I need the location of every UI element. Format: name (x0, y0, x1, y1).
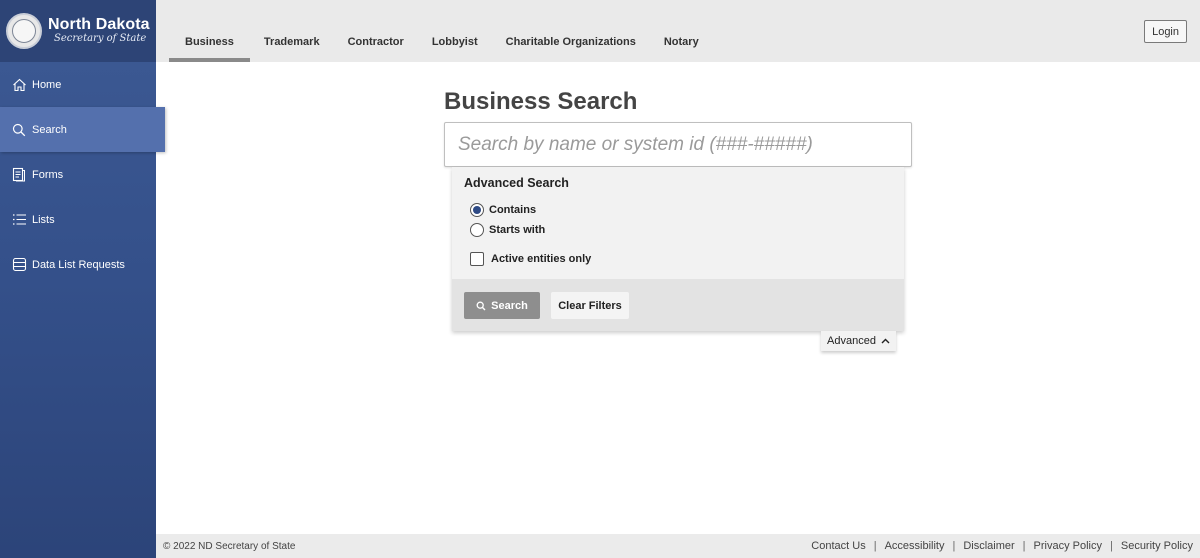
radio-label: Contains (489, 204, 537, 216)
chevron-up-icon (881, 338, 890, 344)
footer-link-security-policy[interactable]: Security Policy (1121, 540, 1193, 552)
search-button[interactable]: Search (464, 292, 540, 319)
footer-link-contact-us[interactable]: Contact Us (811, 540, 865, 552)
search-button-label: Search (491, 299, 528, 312)
active-entities-checkbox[interactable] (470, 252, 484, 266)
footer-link-accessibility[interactable]: Accessibility (885, 540, 945, 552)
footer-link-privacy-policy[interactable]: Privacy Policy (1034, 540, 1102, 552)
sidebar: North Dakota Secretary of State Home Sea… (0, 0, 165, 558)
tab-notary[interactable]: Notary (650, 36, 713, 62)
advanced-toggle-button[interactable]: Advanced (821, 331, 896, 351)
sidebar-item-data-list-requests[interactable]: Data List Requests (0, 242, 156, 287)
tab-contractor[interactable]: Contractor (334, 36, 418, 62)
brand-logo[interactable]: North Dakota Secretary of State (0, 0, 156, 62)
sidebar-item-label: Home (32, 78, 62, 91)
radio-button[interactable] (470, 223, 484, 237)
sidebar-item-search[interactable]: Search (0, 107, 165, 152)
tab-bar: Business Trademark Contractor Lobbyist C… (169, 0, 713, 62)
page-title: Business Search (444, 88, 638, 115)
login-button[interactable]: Login (1144, 20, 1187, 43)
divider: | (952, 540, 956, 552)
forms-icon (11, 167, 27, 183)
tab-trademark[interactable]: Trademark (250, 36, 334, 62)
footer-links: Contact Us | Accessibility | Disclaimer … (811, 540, 1193, 552)
sidebar-item-label: Search (32, 123, 67, 136)
checkbox-label: Active entities only (491, 253, 592, 265)
advanced-search-actions: Search Clear Filters (452, 279, 904, 331)
search-box (444, 122, 912, 167)
tab-lobbyist[interactable]: Lobbyist (418, 36, 492, 62)
search-input[interactable] (445, 123, 911, 166)
radio-button-selected[interactable] (470, 203, 484, 217)
sidebar-item-label: Data List Requests (32, 258, 125, 271)
list-icon (11, 212, 27, 228)
search-icon (11, 122, 27, 138)
advanced-search-panel: Advanced Search Contains Starts with Act… (452, 167, 904, 331)
sidebar-item-label: Forms (32, 168, 64, 181)
advanced-search-title: Advanced Search (464, 176, 569, 190)
sidebar-item-label: Lists (32, 213, 55, 226)
divider: | (1022, 540, 1026, 552)
radio-starts-with[interactable]: Starts with (470, 223, 545, 237)
sidebar-nav: Home Search Forms Lists Data List Reques… (0, 62, 165, 287)
tab-charitable-organizations[interactable]: Charitable Organizations (492, 36, 650, 62)
brand-title: North Dakota (48, 16, 150, 34)
brand-subtitle: Secretary of State (54, 33, 147, 45)
divider: | (1110, 540, 1113, 552)
divider: | (873, 540, 877, 552)
sidebar-item-home[interactable]: Home (0, 62, 156, 107)
active-entities-checkbox-row[interactable]: Active entities only (470, 252, 591, 266)
footer-link-disclaimer[interactable]: Disclaimer (963, 540, 1014, 552)
tab-business[interactable]: Business (169, 36, 250, 62)
radio-contains[interactable]: Contains (470, 203, 536, 217)
clear-filters-button[interactable]: Clear Filters (551, 292, 629, 319)
home-icon (11, 77, 27, 93)
search-icon (476, 301, 486, 311)
top-bar: Business Trademark Contractor Lobbyist C… (156, 0, 1200, 62)
advanced-toggle-label: Advanced (827, 335, 876, 347)
sidebar-item-forms[interactable]: Forms (0, 152, 156, 197)
sidebar-item-lists[interactable]: Lists (0, 197, 156, 242)
state-seal-icon (6, 13, 42, 49)
footer: © 2022 ND Secretary of State Contact Us … (156, 534, 1200, 558)
radio-label: Starts with (489, 224, 546, 236)
database-icon (11, 257, 27, 273)
copyright-text: © 2022 ND Secretary of State (163, 540, 296, 552)
